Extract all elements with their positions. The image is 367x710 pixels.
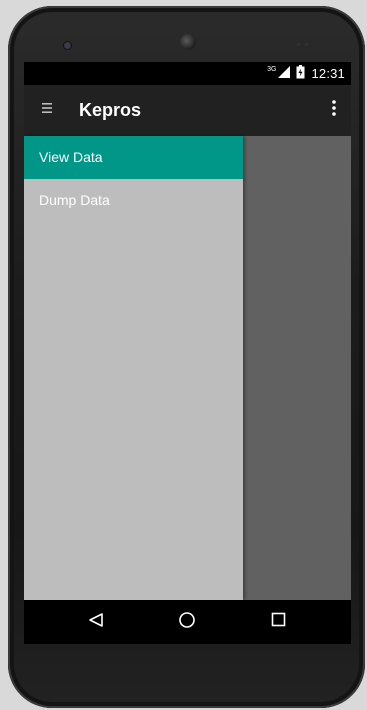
home-circle-icon (178, 611, 196, 634)
back-button[interactable] (84, 610, 108, 634)
network-type-label: 3G (267, 65, 277, 73)
overflow-menu-button[interactable] (327, 99, 341, 121)
navigation-drawer: View Data Dump Data (24, 136, 243, 600)
recents-button[interactable] (266, 610, 290, 634)
status-bar: 3G 12:31 (24, 62, 351, 85)
recents-square-icon (271, 612, 286, 632)
more-vert-icon (332, 99, 336, 121)
drawer-item-label: View Data (39, 149, 103, 165)
drawer-scrim[interactable] (243, 136, 351, 600)
home-button[interactable] (175, 610, 199, 634)
hamburger-menu-icon (41, 101, 53, 119)
battery-icon (296, 64, 305, 82)
earpiece-speaker (180, 34, 196, 50)
drawer-item-label: Dump Data (39, 192, 110, 208)
device-screen: 3G 12:31 Kepros View Data Dump Data (24, 62, 351, 644)
status-clock: 12:31 (311, 65, 345, 81)
proximity-sensor (297, 43, 300, 46)
app-bar: Kepros (24, 85, 351, 136)
app-title: Kepros (79, 100, 142, 120)
drawer-toggle-button[interactable] (36, 99, 58, 121)
status-icons: 3G 12:31 (267, 64, 345, 82)
front-camera (64, 42, 71, 49)
signal-icon (278, 65, 291, 81)
drawer-item-view-data[interactable]: View Data (24, 136, 243, 179)
back-triangle-icon (88, 612, 104, 633)
system-navigation-bar (24, 600, 351, 644)
light-sensor (305, 43, 308, 46)
drawer-item-dump-data[interactable]: Dump Data (24, 179, 243, 222)
